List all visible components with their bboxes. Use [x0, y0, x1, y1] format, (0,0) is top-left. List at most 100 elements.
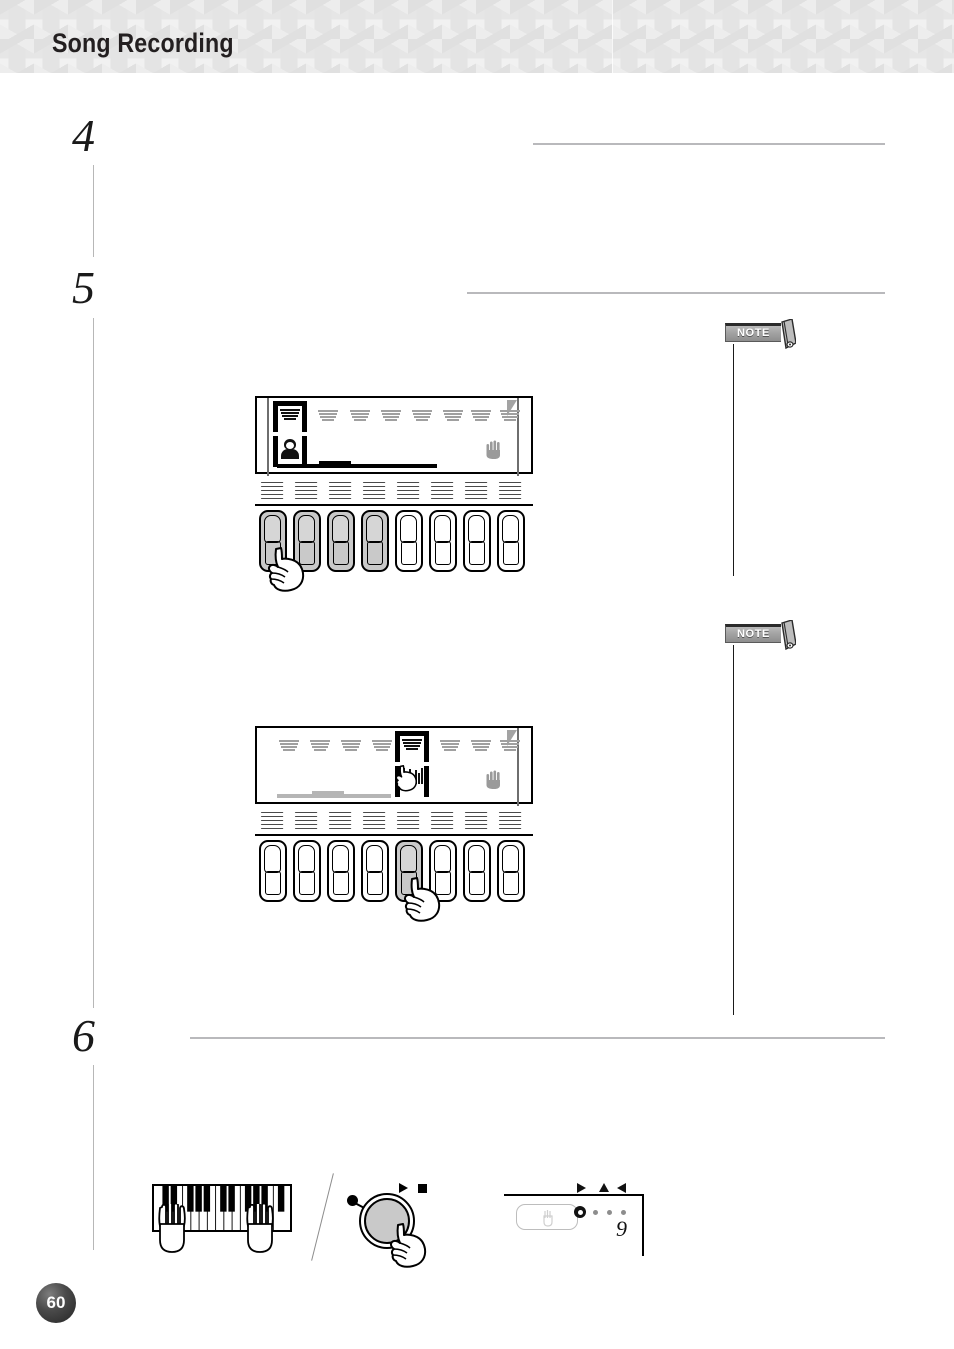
- step-number-5: 5: [72, 262, 95, 313]
- note-badge-2: NOTE: [725, 620, 796, 650]
- frame-top-bar: [398, 731, 426, 736]
- bars-icon: [471, 740, 491, 753]
- rewind-marker-icon: [617, 1183, 626, 1193]
- button-slot: [265, 541, 281, 565]
- button-label-ribbon: [328, 810, 352, 832]
- button-label-ribbon: [294, 480, 318, 502]
- figure-panel-style-select: [255, 396, 535, 592]
- lcd-right-edge: [642, 1194, 644, 1256]
- button-cap: [298, 845, 315, 873]
- button-cap: [502, 845, 519, 873]
- button-label-ribbon: [396, 480, 420, 502]
- panel-button-3[interactable]: [327, 510, 355, 572]
- play-marker-icon: [577, 1183, 586, 1193]
- button-slot: [333, 871, 349, 895]
- panel-divider: [255, 834, 533, 836]
- button-slot: [469, 871, 485, 895]
- button-cap: [434, 845, 451, 873]
- frame-post-right-lower: [302, 436, 307, 467]
- button-slot: [299, 541, 315, 565]
- bars-icon: [381, 410, 401, 423]
- panel-button-1[interactable]: [259, 510, 287, 572]
- frame-post-right: [424, 731, 429, 762]
- person-body: [281, 449, 299, 459]
- button-slot: [265, 871, 281, 895]
- bars-icon: [500, 410, 520, 423]
- step-6-rule: [190, 1037, 885, 1039]
- figure-piano-keyboard: [152, 1184, 292, 1253]
- button-cap: [332, 845, 349, 873]
- button-label-ribbon: [396, 810, 420, 832]
- note-label: NOTE: [737, 327, 770, 339]
- step-4-connector: [93, 165, 94, 257]
- lcd-top-edge: [504, 1194, 644, 1196]
- led-indicator-1: [574, 1206, 586, 1218]
- bars-icon: [372, 740, 392, 753]
- panel-button-4[interactable]: [361, 510, 389, 572]
- bars-icon: [279, 740, 299, 753]
- bars-icon: [443, 410, 463, 423]
- panel-button-2[interactable]: [293, 840, 321, 902]
- button-cap: [366, 515, 383, 543]
- panel-button-1[interactable]: [259, 840, 287, 902]
- record-marker-icon: [599, 1183, 609, 1192]
- button-cap: [400, 845, 417, 873]
- step-4-rule: [533, 143, 885, 145]
- led-indicator-2: [593, 1210, 598, 1215]
- panel-button-6[interactable]: [429, 840, 457, 902]
- button-cap: [264, 845, 281, 873]
- button-cap: [366, 845, 383, 873]
- frame-post-left: [395, 731, 400, 762]
- panel-button-6[interactable]: [429, 510, 457, 572]
- display-left-rail: [267, 398, 269, 476]
- button-slot: [401, 541, 417, 565]
- panel-button-3[interactable]: [327, 840, 355, 902]
- figure-record-dial: [347, 1183, 439, 1273]
- button-cap: [468, 515, 485, 543]
- button-label-ribbon: [362, 810, 386, 832]
- panel-button-8[interactable]: [497, 840, 525, 902]
- manual-page: Song Recording 4 5 NOTE NOTE 6 9 60: [0, 0, 954, 1349]
- panel-button-4[interactable]: [361, 840, 389, 902]
- hand-icon: [486, 440, 500, 459]
- button-cap: [298, 515, 315, 543]
- panel-button-2[interactable]: [293, 510, 321, 572]
- left-hand-icon: [158, 1204, 186, 1253]
- bars-icon: [341, 740, 361, 753]
- person-icon: [280, 437, 300, 459]
- panel-display-1: [255, 396, 533, 476]
- frame-post-right: [302, 401, 307, 432]
- frame-post-left-lower: [273, 436, 278, 467]
- button-label-ribbon: [362, 480, 386, 502]
- panel-button-5[interactable]: [395, 840, 423, 902]
- display-baseline-tab: [312, 791, 344, 797]
- hand-icon: [543, 1210, 553, 1227]
- button-label-ribbon: [260, 480, 284, 502]
- button-slot: [401, 871, 417, 895]
- led-indicator-3: [607, 1210, 612, 1215]
- display-baseline-left: [277, 464, 437, 468]
- panel-button-7[interactable]: [463, 840, 491, 902]
- button-slot: [367, 871, 383, 895]
- person-face: [286, 442, 294, 449]
- bars-icon: [402, 739, 422, 752]
- button-slot: [435, 871, 451, 895]
- button-label-ribbon: [430, 480, 454, 502]
- led-indicator-4: [621, 1210, 626, 1215]
- button-slot: [435, 541, 451, 565]
- frame-top-bar: [276, 401, 304, 406]
- page-title: Song Recording: [52, 28, 234, 58]
- stop-icon: [418, 1184, 427, 1193]
- panel-button-8[interactable]: [497, 510, 525, 572]
- panel-button-5[interactable]: [395, 510, 423, 572]
- button-cap: [502, 515, 519, 543]
- frame-post-left: [273, 401, 278, 432]
- panel-button-7[interactable]: [463, 510, 491, 572]
- right-hand-icon: [246, 1204, 274, 1253]
- frame-post-right-lower: [424, 766, 429, 797]
- bars-icon: [310, 740, 330, 753]
- button-label-ribbon: [464, 810, 488, 832]
- button-slot: [503, 541, 519, 565]
- header-seam: [612, 0, 613, 73]
- dial-inner-disc[interactable]: [364, 1198, 410, 1244]
